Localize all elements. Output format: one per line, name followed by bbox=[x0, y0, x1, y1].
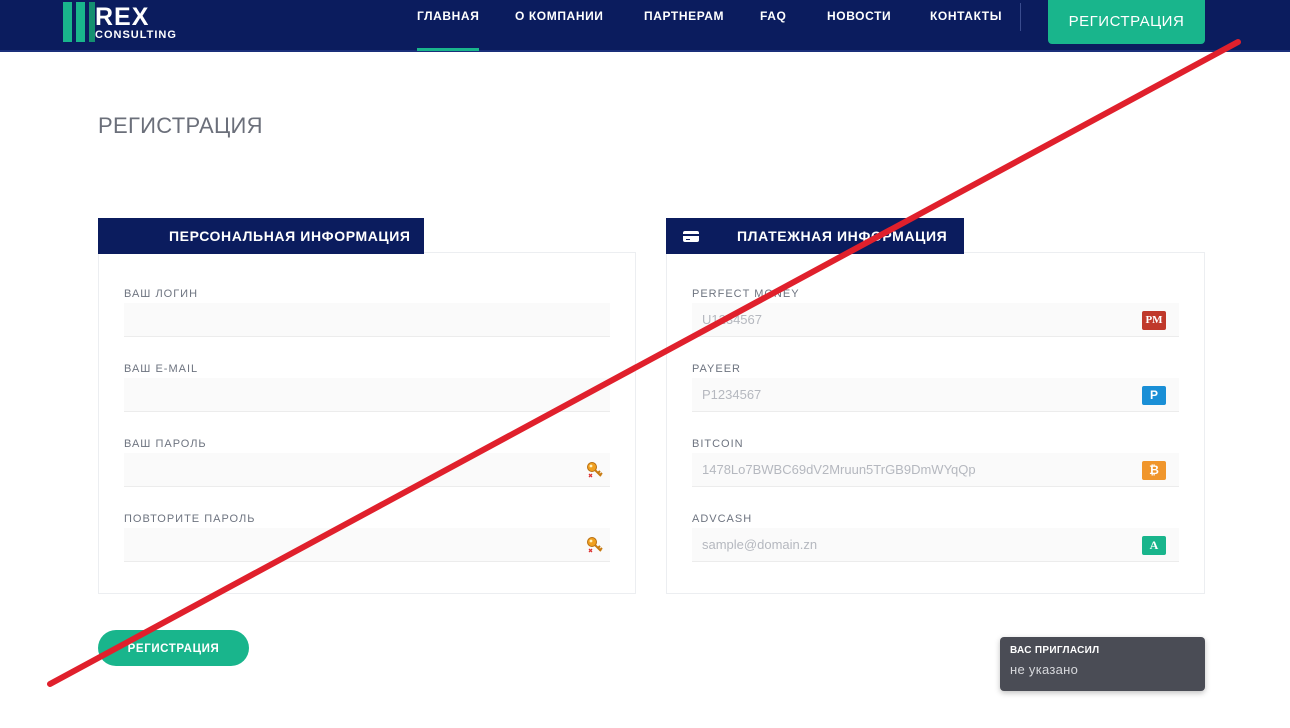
logo-name: REX bbox=[95, 3, 150, 31]
payeer-input[interactable] bbox=[692, 378, 1179, 412]
advcash-input[interactable] bbox=[692, 528, 1179, 562]
nav-item-about[interactable]: О КОМПАНИИ bbox=[515, 9, 604, 23]
logo-bar bbox=[76, 2, 85, 42]
bitcoin-input[interactable] bbox=[692, 453, 1179, 487]
key-icon[interactable] bbox=[586, 536, 604, 554]
credit-card-icon bbox=[683, 231, 699, 242]
payment-info-tab: ПЛАТЕЖНАЯ ИНФОРМАЦИЯ bbox=[666, 218, 964, 254]
key-icon[interactable] bbox=[586, 461, 604, 479]
personal-info-tab: ПЕРСОНАЛЬНАЯ ИНФОРМАЦИЯ bbox=[98, 218, 424, 254]
nav-item-faq[interactable]: FAQ bbox=[760, 9, 786, 23]
site-header: REX CONSULTING ГЛАВНАЯ О КОМПАНИИ ПАРТНЕ… bbox=[0, 0, 1290, 52]
perfect-money-label: PERFECT MONEY bbox=[692, 288, 800, 300]
payment-info-tab-label: ПЛАТЕЖНАЯ ИНФОРМАЦИЯ bbox=[737, 228, 948, 244]
perfect-money-input[interactable] bbox=[692, 303, 1179, 337]
login-label: ВАШ ЛОГИН bbox=[124, 288, 199, 300]
nav-item-news[interactable]: НОВОСТИ bbox=[827, 9, 891, 23]
login-input[interactable] bbox=[124, 303, 610, 337]
logo-bar bbox=[63, 2, 72, 42]
perfect-money-icon: PM bbox=[1142, 311, 1166, 330]
logo-subname: CONSULTING bbox=[95, 29, 177, 41]
header-register-button[interactable]: РЕГИСТРАЦИЯ bbox=[1048, 0, 1205, 44]
password-label: ВАШ ПАРОЛЬ bbox=[124, 438, 207, 450]
email-label: ВАШ E-MAIL bbox=[124, 363, 199, 375]
advcash-label: ADVCASH bbox=[692, 513, 753, 525]
nav-item-contacts[interactable]: КОНТАКТЫ bbox=[930, 9, 1002, 23]
advcash-icon: A bbox=[1142, 536, 1166, 555]
password-input[interactable] bbox=[124, 453, 610, 487]
bitcoin-icon: ₿ bbox=[1142, 461, 1166, 480]
inviter-title: ВАС ПРИГЛАСИЛ bbox=[1010, 645, 1100, 656]
confirm-password-label: ПОВТОРИТЕ ПАРОЛЬ bbox=[124, 513, 256, 525]
inviter-value: не указано bbox=[1010, 662, 1079, 677]
payeer-icon: P bbox=[1142, 386, 1166, 405]
register-submit-button[interactable]: РЕГИСТРАЦИЯ bbox=[98, 630, 249, 666]
inviter-popup: ВАС ПРИГЛАСИЛ не указано bbox=[1000, 637, 1205, 691]
email-input[interactable] bbox=[124, 378, 610, 412]
bitcoin-label: BITCOIN bbox=[692, 438, 744, 450]
nav-item-partners[interactable]: ПАРТНЕРАМ bbox=[644, 9, 724, 23]
nav-item-home[interactable]: ГЛАВНАЯ bbox=[417, 9, 480, 51]
nav-divider bbox=[1020, 3, 1021, 31]
confirm-password-input[interactable] bbox=[124, 528, 610, 562]
page-title: РЕГИСТРАЦИЯ bbox=[98, 113, 263, 138]
payeer-label: PAYEER bbox=[692, 363, 741, 375]
